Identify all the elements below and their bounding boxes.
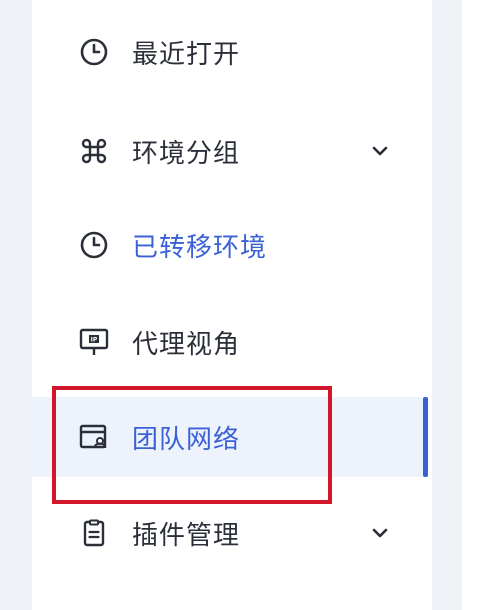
team-network-icon xyxy=(77,420,111,454)
sidebar-item-label: 团队网络 xyxy=(132,424,241,455)
sidebar-item-plugin-manage[interactable]: 插件管理 xyxy=(32,493,424,573)
chevron-down-icon[interactable] xyxy=(368,139,392,163)
sidebar-item-label: 最近打开 xyxy=(132,39,241,70)
active-indicator xyxy=(423,397,428,477)
clock-icon xyxy=(77,228,111,262)
sidebar-item-proxy-view[interactable]: IP 代理视角 xyxy=(32,302,424,382)
left-gutter xyxy=(0,0,32,610)
sidebar-item-label: 已转移环境 xyxy=(132,232,268,263)
command-grid-icon xyxy=(77,134,111,168)
sidebar-item-label: 环境分组 xyxy=(132,138,241,169)
sidebar-item-env-group[interactable]: 环境分组 xyxy=(32,111,424,191)
chevron-down-icon[interactable] xyxy=(368,521,392,545)
ip-text: IP xyxy=(91,337,98,344)
sidebar-item-label: 插件管理 xyxy=(132,520,241,551)
sidebar-item-team-network[interactable]: 团队网络 xyxy=(32,397,424,477)
sidebar-item-recent[interactable]: 最近打开 xyxy=(32,12,424,92)
sidebar-item-label: 代理视角 xyxy=(132,329,241,360)
clipboard-icon xyxy=(77,516,111,550)
sidebar-item-transferred-env[interactable]: 已转移环境 xyxy=(32,205,424,285)
ip-monitor-icon: IP xyxy=(77,325,111,359)
clock-icon xyxy=(77,35,111,69)
right-gutter xyxy=(432,0,462,610)
right-edge xyxy=(462,0,478,610)
